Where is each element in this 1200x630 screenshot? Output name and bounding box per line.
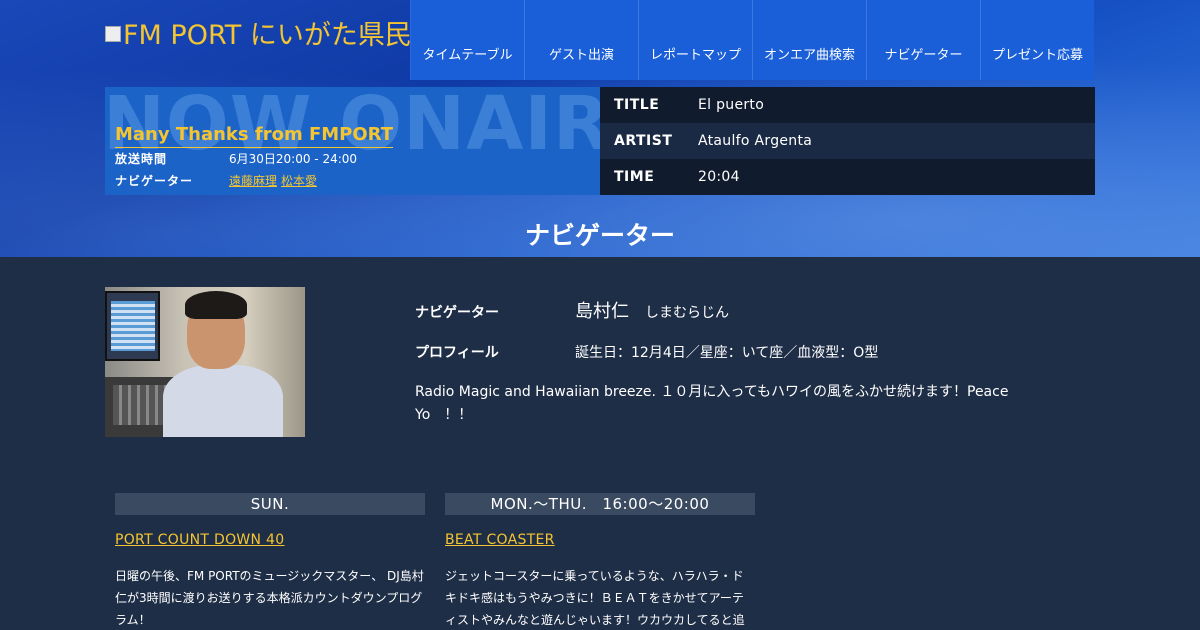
now-onair-panel: NOW ONAIR Many Thanks from FMPORT 放送時間 6… xyxy=(105,87,1095,195)
navigator-photo xyxy=(105,287,305,437)
track-artist-value: Ataulfo Argenta xyxy=(698,133,813,149)
nav-item-present[interactable]: プレゼント応募 xyxy=(980,0,1094,80)
broken-image-icon xyxy=(105,26,121,42)
navigator-name: 島村仁 xyxy=(575,301,629,322)
program-day: MON.～THU. 16:00～20:00 xyxy=(445,493,755,515)
track-title-row: TITLE El puerto xyxy=(600,87,1095,123)
program-link[interactable]: PORT COUNT DOWN 40 xyxy=(115,532,284,548)
onair-time-row: 放送時間 6月30日20:00 - 24:00 xyxy=(115,150,357,167)
program-card: SUN. PORT COUNT DOWN 40 日曜の午後、FM PORTのミュ… xyxy=(115,493,425,630)
track-title-value: El puerto xyxy=(698,97,765,113)
navigator-profile: 誕生日：12月4日／星座：いて座／血液型：O型 xyxy=(575,345,879,361)
navigator-profile-label: プロフィール xyxy=(415,345,499,361)
nav-item-guest[interactable]: ゲスト出演 xyxy=(524,0,638,80)
navigator-name-row: ナビゲーター 島村仁 しまむらじん xyxy=(415,297,729,323)
navigator-profile-row: プロフィール 誕生日：12月4日／星座：いて座／血液型：O型 xyxy=(415,342,878,362)
program-day: SUN. xyxy=(115,493,425,515)
onair-navigator-label: ナビゲーター xyxy=(115,174,194,188)
program-card: MON.～THU. 16:00～20:00 BEAT COASTER ジェットコ… xyxy=(445,493,755,630)
program-link[interactable]: BEAT COASTER xyxy=(445,532,555,548)
nav-item-report-map[interactable]: レポートマップ xyxy=(638,0,752,80)
onair-program-title[interactable]: Many Thanks from FMPORT xyxy=(115,123,394,148)
nav-item-onair-search[interactable]: オンエア曲検索 xyxy=(752,0,866,80)
main-nav: タイムテーブル ゲスト出演 レポートマップ オンエア曲検索 ナビゲーター プレゼ… xyxy=(410,0,1094,80)
program-description: ジェットコースターに乗っているような、ハラハラ・ドキドキ感はもうやみつきに！ＢＥ… xyxy=(445,569,745,627)
navigator-name-label: ナビゲーター xyxy=(415,305,499,321)
page-title: ナビゲーター xyxy=(524,221,675,250)
navigator-link-endo[interactable]: 遠藤麻理 xyxy=(229,174,277,188)
track-artist-row: ARTIST Ataulfo Argenta xyxy=(600,123,1095,159)
onair-track-info: TITLE El puerto ARTIST Ataulfo Argenta T… xyxy=(600,87,1095,195)
program-description: 日曜の午後、FM PORTのミュージックマスター、 DJ島村仁が3時間に渡りお送… xyxy=(115,569,424,627)
track-time-label: TIME xyxy=(614,169,655,185)
navigator-link-matsumoto[interactable]: 松本愛 xyxy=(281,174,317,188)
track-title-label: TITLE xyxy=(614,97,660,113)
onair-time-label: 放送時間 xyxy=(115,152,168,166)
track-artist-label: ARTIST xyxy=(614,133,673,149)
onair-navigator-row: ナビゲーター 遠藤麻理 松本愛 xyxy=(115,172,321,189)
onair-time-value: 6月30日20:00 - 24:00 xyxy=(229,152,358,166)
logo-alt-text: FM PORT にいがた県民エフエム放送 xyxy=(123,20,411,51)
onair-navigator-links: 遠藤麻理 松本愛 xyxy=(229,172,321,189)
track-time-value: 20:04 xyxy=(698,169,740,185)
onair-program-info: NOW ONAIR Many Thanks from FMPORT 放送時間 6… xyxy=(105,87,600,195)
nav-item-timetable[interactable]: タイムテーブル xyxy=(410,0,524,80)
site-logo[interactable]: FM PORT にいがた県民エフエム放送 xyxy=(105,20,411,60)
navigator-description: Radio Magic and Hawaiian breeze. １０月に入って… xyxy=(415,384,1009,423)
navigator-kana: しまむらじん xyxy=(645,305,729,321)
nav-item-navigator[interactable]: ナビゲーター xyxy=(866,0,980,80)
track-time-row: TIME 20:04 xyxy=(600,159,1095,195)
